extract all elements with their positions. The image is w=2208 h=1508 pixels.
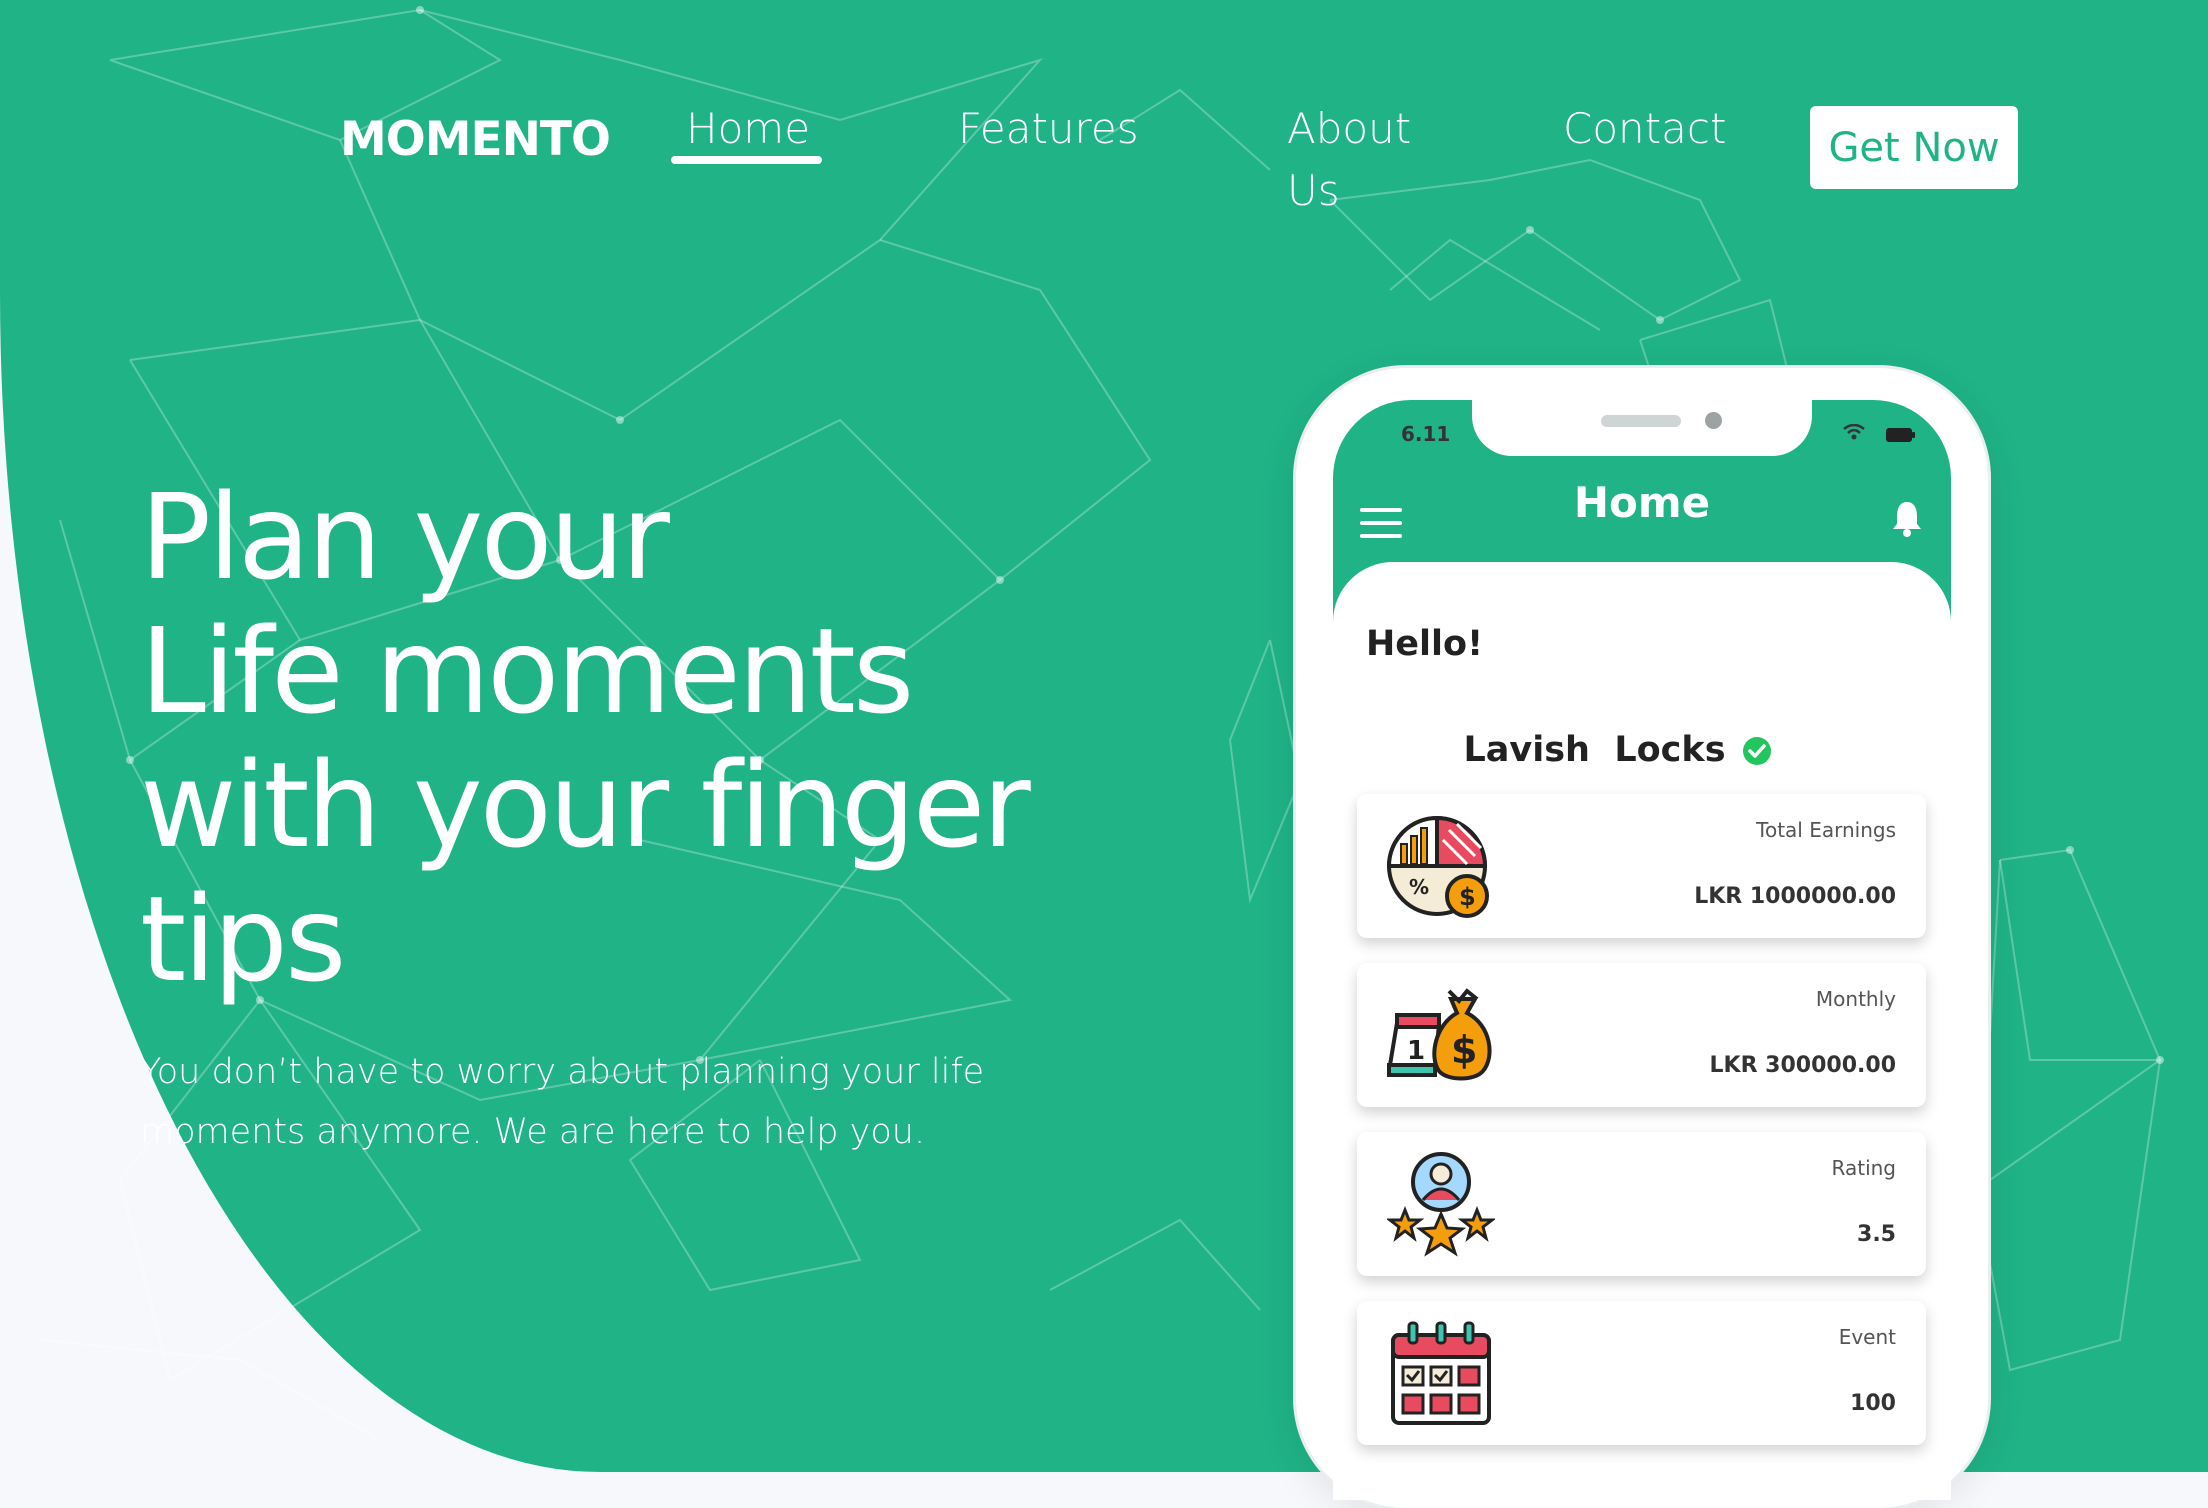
wifi-icon <box>1843 424 1865 440</box>
nav-link-contact[interactable]: Contact <box>1563 98 1726 160</box>
app-screen-title: Home <box>1573 478 1711 527</box>
phone-notch <box>1472 400 1812 456</box>
card-label: Event <box>1838 1325 1896 1349</box>
nav-link-features[interactable]: Features <box>958 98 1139 160</box>
stat-card-rating[interactable]: Rating 3.5 <box>1357 1132 1926 1276</box>
front-camera <box>1705 412 1722 429</box>
user-name: Lavish Locks <box>1463 730 1726 770</box>
card-value: 100 <box>1850 1391 1896 1416</box>
nav-active-indicator <box>671 156 822 164</box>
nav-link-about-us[interactable]: About Us <box>1287 98 1447 222</box>
stat-card-total-earnings[interactable]: % $ Total Earnings LKR 1000000.00 <box>1357 794 1926 938</box>
nav-link-home[interactable]: Home <box>686 98 810 160</box>
money-bag-calendar-icon: 1 $ <box>1387 988 1492 1081</box>
get-now-button[interactable]: Get Now <box>1810 106 2018 189</box>
svg-text:$: $ <box>1459 883 1476 911</box>
stat-card-monthly[interactable]: 1 $ Monthly LKR 300000.00 <box>1357 963 1926 1107</box>
card-value: LKR 1000000.00 <box>1694 884 1896 909</box>
card-label: Total Earnings <box>1756 818 1896 842</box>
battery-icon <box>1886 428 1915 442</box>
hero-headline-line-1: Plan your <box>140 468 670 606</box>
brand-logo[interactable]: MOMENTO <box>340 112 611 167</box>
verified-check-icon <box>1742 737 1771 765</box>
hero-headline-line-2: Life moments <box>140 602 914 740</box>
greeting-hello: Hello! <box>1366 624 1484 664</box>
hero-headline-line-3: with your finger <box>140 736 1031 874</box>
hero-headline: Plan your Life moments with your finger … <box>140 470 1040 1006</box>
stat-card-event[interactable]: Event 100 <box>1357 1301 1926 1445</box>
card-label: Monthly <box>1815 987 1896 1011</box>
hero-subtext: You don’t have to worry about planning y… <box>140 1052 985 1152</box>
user-rating-stars-icon <box>1387 1152 1495 1257</box>
card-value: 3.5 <box>1857 1222 1896 1247</box>
svg-text:1: 1 <box>1407 1036 1425 1066</box>
speaker-grille <box>1601 415 1681 427</box>
event-calendar-icon <box>1391 1321 1491 1425</box>
hero-headline-line-4: tips <box>140 870 346 1008</box>
earnings-chart-icon: % $ <box>1387 815 1489 918</box>
app-content: Hello! Lavish Locks % $ Total Earnings L… <box>1333 562 1951 1500</box>
notification-bell-icon[interactable] <box>1891 500 1923 538</box>
status-bar-time: 6.11 <box>1401 422 1451 446</box>
svg-text:%: % <box>1409 875 1429 899</box>
card-value: LKR 300000.00 <box>1709 1053 1896 1078</box>
phone-screen: 6.11 Home Hello! Lavish Locks % $ Total … <box>1333 400 1951 1500</box>
svg-text:$: $ <box>1451 1028 1477 1072</box>
card-label: Rating <box>1831 1156 1896 1180</box>
